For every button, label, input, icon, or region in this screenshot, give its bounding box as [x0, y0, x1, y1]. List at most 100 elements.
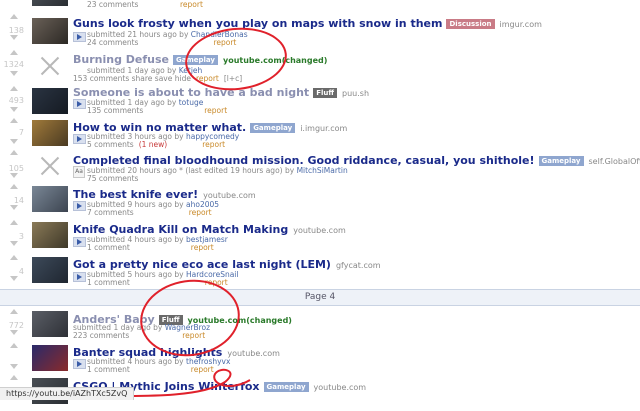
comments-link[interactable]: 1 comment [87, 365, 130, 374]
upvote-icon[interactable] [10, 220, 18, 225]
post-buttons: 5 comments (1 new) report [87, 140, 230, 149]
post-domain[interactable]: youtube.com [314, 383, 367, 392]
author-link[interactable]: MitchSiMartin [297, 166, 348, 175]
comments-link[interactable]: 5 comments [87, 140, 134, 149]
vote-box [8, 343, 20, 369]
downvote-icon[interactable] [10, 205, 18, 210]
post-domain[interactable]: gfycat.com [336, 261, 381, 270]
post-item: 7 How to win no matter what.Gameplayi.im… [0, 118, 640, 154]
expando-icon[interactable] [73, 359, 86, 369]
post-item: Banter squad highlightsyoutube.com submi… [0, 343, 640, 379]
expando-icon[interactable] [73, 272, 86, 282]
flair-badge: Fluff [313, 88, 337, 98]
post-thumbnail[interactable] [32, 0, 68, 6]
new-comments-badge: (1 new) [139, 140, 168, 149]
post-item: 14 The best knife ever!youtube.com submi… [0, 184, 640, 220]
comments-link[interactable]: 24 comments [87, 38, 138, 47]
post-thumbnail[interactable] [32, 120, 68, 146]
vote-box [8, 184, 20, 210]
expando-icon[interactable] [73, 237, 86, 247]
upvote-icon[interactable] [10, 150, 18, 155]
upvote-icon[interactable] [10, 375, 18, 380]
upvote-icon[interactable] [10, 14, 18, 19]
expando-icon[interactable] [73, 99, 86, 109]
comments-link[interactable]: 23 comments [87, 0, 138, 9]
post-item: 4 Got a pretty nice eco ace last night (… [0, 255, 640, 291]
post-domain[interactable]: imgur.com [500, 20, 542, 29]
post-thumbnail[interactable] [32, 222, 68, 248]
report-link[interactable]: report [189, 208, 212, 217]
post-buttons: 1 comment report [87, 243, 219, 252]
vote-box [8, 50, 20, 76]
no-thumbnail-icon [38, 54, 62, 78]
upvote-icon[interactable] [10, 50, 18, 55]
comments-link[interactable]: 75 comments [87, 174, 138, 183]
post-item: 1324 Burning DefuseGameplayyoutube.com(c… [0, 50, 640, 86]
post-thumbnail[interactable] [32, 186, 68, 212]
report-link[interactable]: report [191, 365, 214, 374]
post-domain[interactable]: youtube.com [293, 226, 346, 235]
report-link[interactable]: report [202, 140, 225, 149]
post-thumbnail[interactable] [32, 345, 68, 371]
status-bar-url: https://youtu.be/iAZhTXc5ZvQ [0, 387, 134, 400]
post-domain[interactable]: i.imgur.com [300, 124, 347, 133]
flair-badge: Gameplay [250, 123, 295, 133]
post-item: 3 Knife Quadra Kill on Match Makingyoutu… [0, 220, 640, 256]
post-thumbnail[interactable] [32, 311, 68, 337]
flair-badge: Discussion [446, 19, 494, 29]
post-buttons: 7 comments report [87, 208, 217, 217]
downvote-icon[interactable] [10, 107, 18, 112]
flair-badge: Gameplay [264, 382, 309, 392]
post-title[interactable]: Guns look frosty when you play on maps w… [73, 17, 542, 30]
downvote-icon[interactable] [10, 276, 18, 281]
vote-box [8, 375, 20, 381]
downvote-icon[interactable] [10, 139, 18, 144]
report-link[interactable]: report [204, 106, 227, 115]
vote-box [8, 220, 20, 246]
downvote-icon[interactable] [10, 71, 18, 76]
post-item: 772 Anders' BabyFluffyoutube.com(changed… [0, 309, 640, 345]
post-domain[interactable]: youtube.com [203, 191, 256, 200]
post-meta: Aa submitted 20 hours ago * (last edited… [0, 168, 640, 184]
expando-icon[interactable] [73, 32, 86, 42]
comments-link[interactable]: 7 comments [87, 208, 134, 217]
post-buttons: 1 comment report [87, 365, 219, 374]
downvote-icon[interactable] [10, 330, 18, 335]
comments-link[interactable]: 1 comment [87, 278, 130, 287]
upvote-icon[interactable] [10, 118, 18, 123]
expando-icon[interactable] [73, 134, 86, 144]
post-thumbnail[interactable] [32, 18, 68, 44]
expando-icon[interactable] [73, 201, 86, 211]
comments-link[interactable]: 223 comments [73, 331, 129, 340]
upvote-icon[interactable] [10, 86, 18, 91]
downvote-icon[interactable] [10, 241, 18, 246]
upvote-icon[interactable] [10, 343, 18, 348]
post-thumbnail[interactable] [32, 257, 68, 283]
report-link[interactable]: report [191, 243, 214, 252]
post-domain[interactable]: self.GlobalOffensive [589, 157, 640, 166]
upvote-icon[interactable] [10, 184, 18, 189]
downvote-icon[interactable] [10, 364, 18, 369]
flair-badge: Gameplay [539, 156, 584, 166]
post-thumbnail[interactable] [32, 88, 68, 114]
comments-link[interactable]: 135 comments [87, 106, 143, 115]
self-post-icon[interactable]: Aa [73, 166, 85, 178]
post-domain[interactable]: youtube.com [227, 349, 280, 358]
upvote-icon[interactable] [10, 309, 18, 314]
comments-link[interactable]: 153 comments share save hide [73, 74, 191, 83]
vote-box [8, 255, 20, 281]
page-divider: Page 4 [0, 289, 640, 306]
post-item: 493 Someone is about to have a bad night… [0, 86, 640, 122]
post-item: 138 Guns look frosty when you play on ma… [0, 14, 640, 50]
post-domain[interactable]: puu.sh [342, 89, 369, 98]
comments-link[interactable]: 1 comment [87, 243, 130, 252]
report-link[interactable]: report [180, 0, 208, 9]
vote-box [8, 309, 20, 335]
upvote-icon[interactable] [10, 255, 18, 260]
vote-box [8, 86, 20, 112]
vote-box [8, 14, 20, 40]
post-buttons: 23 comments [87, 0, 143, 9]
post-buttons: 135 comments report [87, 106, 232, 115]
post-buttons: 75 comments [87, 174, 143, 183]
downvote-icon[interactable] [10, 35, 18, 40]
